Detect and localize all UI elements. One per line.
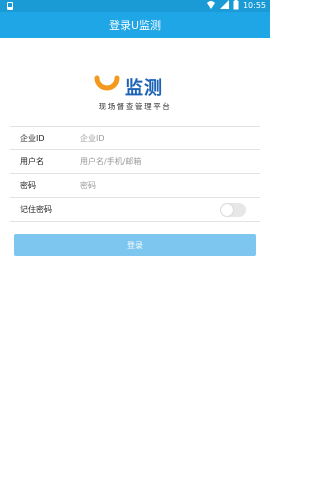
app-bar: 登录U监测 bbox=[0, 12, 270, 38]
status-time: 10:55 bbox=[242, 1, 266, 10]
remember-row: 记住密码 bbox=[10, 198, 260, 222]
username-label: 用户名 bbox=[20, 157, 44, 166]
company-id-label: 企业ID bbox=[20, 133, 45, 143]
password-label: 密码 bbox=[20, 181, 36, 190]
company-id-row: 企业ID bbox=[10, 126, 260, 150]
login-button[interactable]: 登录 bbox=[14, 234, 256, 256]
logo: 监测 现场督查管理平台 bbox=[0, 70, 270, 116]
company-id-input[interactable] bbox=[80, 128, 260, 148]
wifi-icon bbox=[206, 0, 216, 12]
status-icons: 10:55 bbox=[206, 0, 266, 12]
logo-smile-icon bbox=[92, 70, 122, 100]
signal-icon bbox=[219, 0, 229, 12]
password-input[interactable] bbox=[80, 175, 260, 196]
logo-title: 监测 bbox=[125, 78, 163, 99]
remember-password-toggle[interactable] bbox=[220, 203, 246, 217]
logo-subtitle: 现场督查管理平台 bbox=[98, 102, 172, 111]
username-row: 用户名 bbox=[10, 150, 260, 174]
remember-label: 记住密码 bbox=[20, 205, 52, 214]
page-title: 登录U监测 bbox=[108, 19, 162, 32]
toggle-knob bbox=[221, 204, 233, 216]
notification-icon bbox=[6, 1, 14, 11]
username-input[interactable] bbox=[80, 151, 260, 172]
password-row: 密码 bbox=[10, 174, 260, 198]
login-form: 企业ID 用户名 密码 记住密码 bbox=[10, 126, 260, 222]
status-bar: 10:55 bbox=[0, 0, 270, 12]
battery-icon bbox=[233, 0, 239, 12]
